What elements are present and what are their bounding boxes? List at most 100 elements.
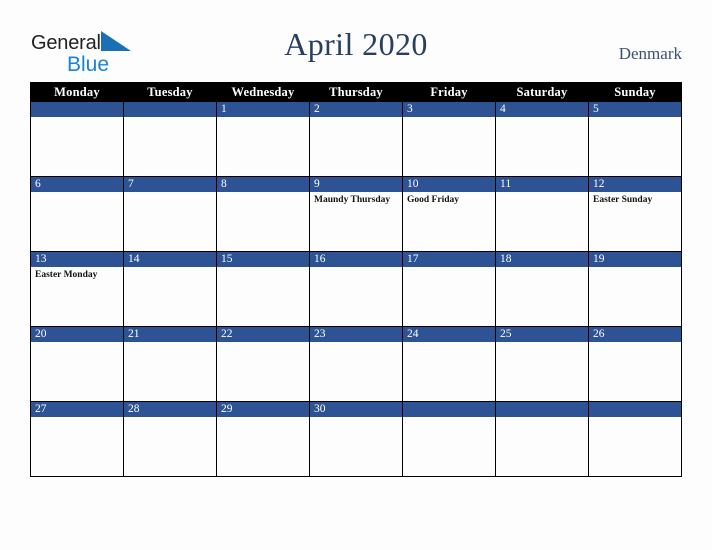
holiday-label: Maundy Thursday [314,195,391,205]
calendar-day-cell[interactable]: 1 [216,101,310,177]
calendar-week-row: 13 Easter Monday 14 15 16 17 18 19 [30,251,682,327]
calendar-header-row-group: Monday Tuesday Wednesday Thursday Friday Satu… [30,82,682,102]
weekday-header-thursday: Thursday [309,82,403,102]
holiday-label: Easter Sunday [593,195,653,205]
calendar-day-cell[interactable]: 30 [309,401,403,477]
calendar-day-cell[interactable]: 14 [123,251,217,327]
calendar-day-cell[interactable]: 29 [216,401,310,477]
day-number: 6 [31,177,123,192]
weekday-header-monday: Monday [30,82,124,102]
calendar-day-cell[interactable]: 7 [123,176,217,252]
calendar-empty-cell[interactable] [588,401,682,477]
calendar-day-cell[interactable]: 6 [30,176,124,252]
calendar-day-cell[interactable]: 22 [216,326,310,402]
day-cell-inner: 10 Good Friday [403,177,495,251]
day-events [217,342,309,344]
calendar-day-cell[interactable]: 28 [123,401,217,477]
day-number: 29 [217,402,309,417]
calendar-empty-cell[interactable] [30,101,124,177]
day-cell-inner: 1 [217,102,309,176]
weekday-header-tuesday: Tuesday [123,82,217,102]
day-events [310,342,402,344]
calendar-day-cell[interactable]: 15 [216,251,310,327]
calendar-day-cell[interactable]: 23 [309,326,403,402]
day-number: 24 [403,327,495,342]
calendar-day-cell[interactable]: 19 [588,251,682,327]
calendar-day-cell[interactable]: 26 [588,326,682,402]
calendar-day-cell[interactable]: 25 [495,326,589,402]
day-number: 9 [310,177,402,192]
holiday-label: Easter Monday [35,270,98,280]
calendar-day-cell[interactable]: 20 [30,326,124,402]
day-events [124,417,216,419]
calendar-day-cell[interactable]: 5 [588,101,682,177]
day-events [124,192,216,194]
day-events [403,117,495,119]
day-events [589,417,681,419]
calendar-day-cell[interactable]: 27 [30,401,124,477]
day-number [403,402,495,417]
calendar-empty-cell[interactable] [402,401,496,477]
day-number: 8 [217,177,309,192]
calendar-empty-cell[interactable] [495,401,589,477]
day-number: 7 [124,177,216,192]
calendar-day-cell[interactable]: 12 Easter Sunday [588,176,682,252]
day-cell-inner [589,402,681,476]
day-events [496,417,588,419]
day-events [217,417,309,419]
day-cell-inner: 12 Easter Sunday [589,177,681,251]
calendar-day-cell[interactable]: 21 [123,326,217,402]
day-number: 27 [31,402,123,417]
day-cell-inner: 17 [403,252,495,326]
calendar-week-row: 27 28 29 30 [30,401,682,477]
day-number [31,102,123,117]
day-cell-inner [124,102,216,176]
day-cell-inner [496,402,588,476]
day-cell-inner: 27 [31,402,123,476]
day-events [589,342,681,344]
calendar-day-cell[interactable]: 10 Good Friday [402,176,496,252]
day-number: 11 [496,177,588,192]
day-events [589,267,681,269]
day-events [124,342,216,344]
day-number: 3 [403,102,495,117]
day-cell-inner: 3 [403,102,495,176]
day-cell-inner: 8 [217,177,309,251]
calendar-day-cell[interactable]: 17 [402,251,496,327]
calendar-empty-cell[interactable] [123,101,217,177]
day-events [217,117,309,119]
day-events [124,267,216,269]
page-title: April 2020 [284,26,428,62]
day-number: 14 [124,252,216,267]
calendar-day-cell[interactable]: 4 [495,101,589,177]
day-number: 13 [31,252,123,267]
calendar-day-cell[interactable]: 18 [495,251,589,327]
calendar-week-row: 12345 [30,101,682,177]
day-cell-inner: 5 [589,102,681,176]
day-cell-inner: 30 [310,402,402,476]
day-number: 15 [217,252,309,267]
day-number: 10 [403,177,495,192]
day-number: 23 [310,327,402,342]
day-number [589,402,681,417]
day-cell-inner: 28 [124,402,216,476]
calendar-day-cell[interactable]: 13 Easter Monday [30,251,124,327]
calendar-day-cell[interactable]: 3 [402,101,496,177]
calendar-week-row: 20 21 22 23 24 25 26 [30,326,682,402]
day-number: 2 [310,102,402,117]
holiday-label: Good Friday [407,195,459,205]
calendar-day-cell[interactable]: 8 [216,176,310,252]
day-events: Easter Sunday [589,192,681,206]
calendar-page: General Blue April 2020 Denmark Monday Tu… [0,0,712,550]
calendar-day-cell[interactable]: 16 [309,251,403,327]
weekday-header-saturday: Saturday [495,82,589,102]
day-events [217,267,309,269]
calendar-day-cell[interactable]: 24 [402,326,496,402]
calendar-day-cell[interactable]: 2 [309,101,403,177]
calendar-day-cell[interactable]: 11 [495,176,589,252]
weekday-header-row: Monday Tuesday Wednesday Thursday Friday Satu… [30,82,682,102]
calendar-week-row: 6 7 8 9 Maundy Thursday 10 Good Friday 11 12 East… [30,176,682,252]
calendar-day-cell[interactable]: 9 Maundy Thursday [309,176,403,252]
day-cell-inner: 22 [217,327,309,401]
calendar-body: 1 2 3 4 5 6 7 8 9 Maundy Thursday 10 Good Friday 11 1… [30,101,682,477]
